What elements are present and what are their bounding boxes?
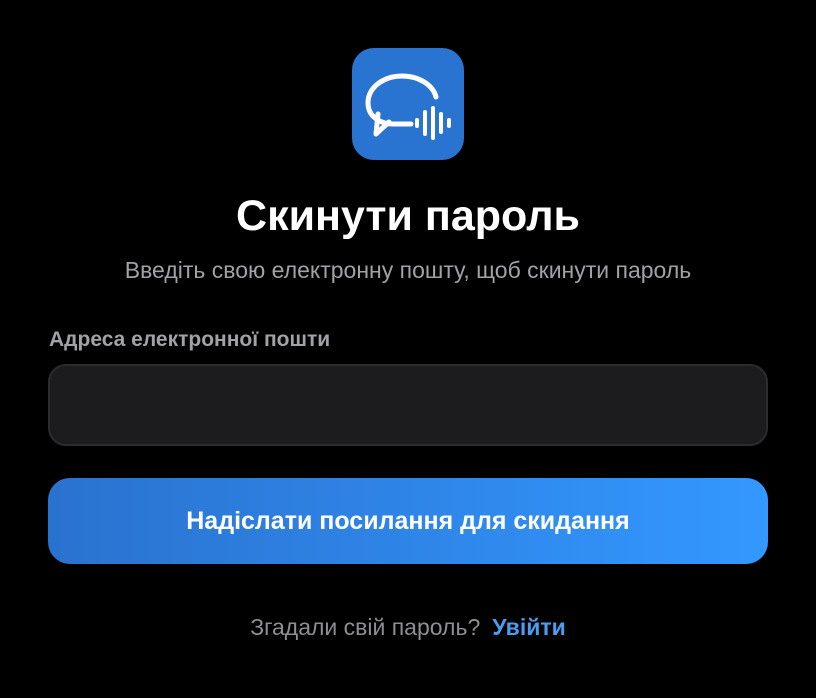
- app-logo: [352, 48, 464, 160]
- signin-prompt: Згадали свій пароль? Увійти: [0, 612, 816, 642]
- page-title: Скинути пароль: [236, 192, 580, 240]
- email-label: Адреса електронної пошти: [49, 328, 331, 351]
- remembered-password-text: Згадали свій пароль?: [250, 614, 481, 640]
- page-subtitle: Введіть свою електронну пошту, щоб скину…: [124, 257, 692, 283]
- send-reset-link-button[interactable]: Надіслати посилання для скидання: [48, 478, 768, 564]
- signin-link[interactable]: Увійти: [492, 614, 566, 640]
- chat-bubble-soundwave-icon: [365, 73, 451, 140]
- reset-password-page: Скинути пароль Введіть свою електронну п…: [0, 0, 816, 698]
- email-field[interactable]: [48, 364, 768, 446]
